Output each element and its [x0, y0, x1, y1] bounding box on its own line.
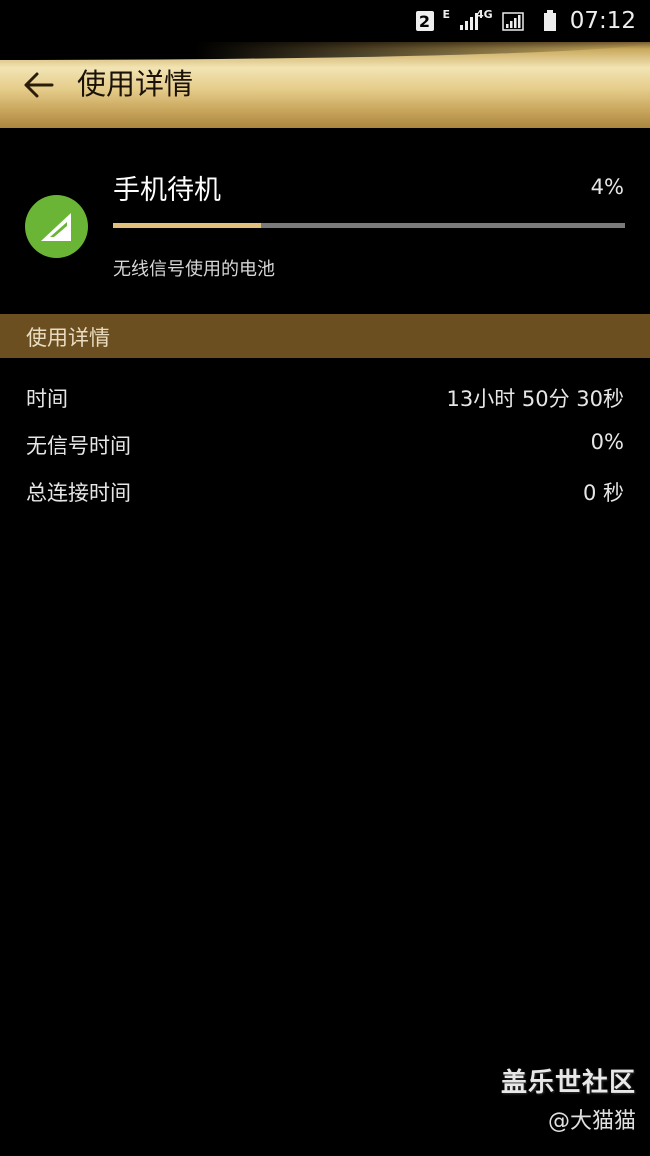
watermark: 盖乐世社区 @大猫猫: [501, 1062, 636, 1135]
status-time: 07:12: [569, 8, 636, 34]
detail-label: 总连接时间: [26, 481, 131, 505]
detail-label: 无信号时间: [26, 434, 131, 458]
item-subtitle: 无线信号使用的电池: [113, 259, 275, 280]
item-percent: 4%: [590, 175, 624, 199]
battery-usage-item: 手机待机 4% 无线信号使用的电池: [0, 128, 650, 314]
sim-slot-badge: 2: [415, 11, 434, 31]
detail-value: 0 秒: [582, 481, 624, 505]
detail-row-no-signal-time: 无信号时间 0%: [0, 421, 650, 467]
back-button[interactable]: [18, 64, 60, 106]
page-title: 使用详情: [77, 67, 194, 101]
detail-value: 0%: [590, 430, 624, 454]
detail-value: 13小时 50分 30秒: [446, 387, 624, 411]
arrow-left-icon: [24, 72, 54, 98]
usage-progress-bar: [113, 223, 625, 228]
status-icons: 2 E 4G 07:12: [415, 0, 636, 42]
battery-icon: [543, 10, 556, 31]
status-bar: 2 E 4G 07:12: [0, 0, 650, 42]
detail-row-total-connect-time: 总连接时间 0 秒: [0, 468, 650, 514]
section-header: 使用详情: [0, 314, 650, 358]
section-title: 使用详情: [26, 326, 110, 350]
detail-row-time: 时间 13小时 50分 30秒: [0, 374, 650, 420]
item-title: 手机待机: [113, 175, 221, 206]
usage-progress-fill: [113, 223, 262, 228]
app-bar: 使用详情: [0, 42, 650, 128]
watermark-sub: @大猫猫: [547, 1109, 636, 1134]
signal-strength-2-icon: [501, 12, 524, 31]
network-type-4g: 4G: [476, 7, 493, 21]
detail-label: 时间: [26, 387, 68, 411]
network-type-e: E: [442, 7, 451, 21]
watermark-main: 盖乐世社区: [500, 1068, 636, 1098]
signal-icon: [25, 195, 88, 258]
